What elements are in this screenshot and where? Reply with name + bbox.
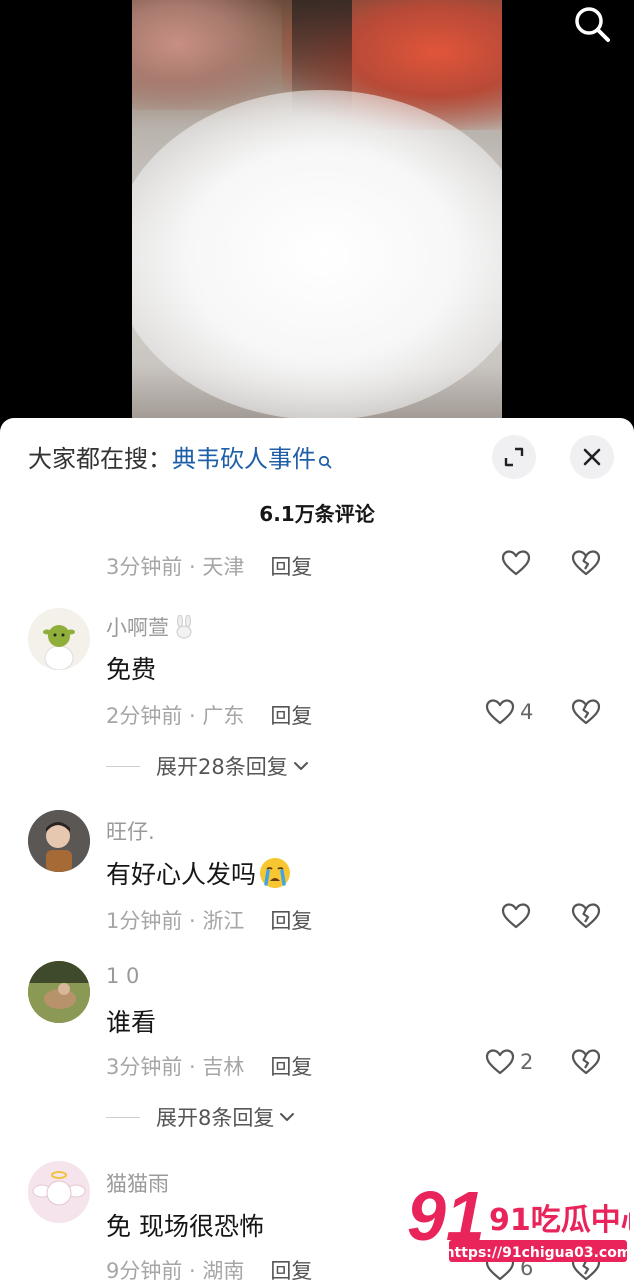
like-button[interactable]: 2 (484, 1046, 533, 1078)
search-suggestion[interactable]: 大家都在搜：典韦砍人事件 (28, 444, 332, 476)
comment-content: 有好心人发吗 (106, 855, 292, 896)
heart-icon (485, 1049, 515, 1075)
comment-count: 6.1万条评论 (259, 502, 375, 526)
search-suggestion-prefix: 大家都在搜： (28, 445, 172, 473)
rabbit-icon (173, 614, 195, 644)
comment-time-location: 1分钟前 · 浙江 (106, 909, 245, 933)
username-text[interactable]: 小啊萱 (106, 616, 169, 640)
expand-replies-label[interactable]: 展开8条回复 (156, 1102, 274, 1132)
reply-button[interactable]: 回复 (270, 909, 312, 933)
watermark-brand: 91吃瓜中心 (489, 1203, 630, 1238)
comment-username[interactable]: 1 0 (106, 964, 139, 988)
broken-heart-icon (571, 699, 601, 725)
chevron-down-icon (293, 762, 308, 770)
like-button[interactable] (500, 900, 532, 932)
comment-username[interactable]: 小啊萱 (106, 612, 195, 644)
expand-replies-button[interactable]: 展开8条回复 (106, 1102, 296, 1132)
comment-meta: 1分钟前 · 浙江 回复 (106, 905, 312, 935)
divider-line (106, 1116, 140, 1118)
divider-line (106, 765, 140, 767)
reply-button[interactable]: 回复 (270, 704, 312, 728)
avatar[interactable] (28, 1161, 90, 1223)
watermark-url: https://91chigua03.com (445, 1245, 630, 1261)
dislike-button[interactable] (570, 696, 602, 728)
heart-icon (501, 550, 531, 576)
comment-meta: 2分钟前 · 广东 回复 (106, 700, 312, 730)
like-count: 4 (520, 700, 534, 724)
small-search-icon (318, 446, 332, 476)
dislike-button[interactable] (570, 547, 602, 579)
like-button[interactable] (500, 547, 532, 579)
search-icon (575, 7, 610, 42)
comment-content: 免 现场很恐怖 (106, 1212, 264, 1241)
comment-meta: 9分钟前 · 湖南 回复 (106, 1255, 312, 1280)
heart-icon (485, 699, 515, 725)
video-player[interactable] (0, 0, 634, 430)
reply-button[interactable]: 回复 (270, 1055, 312, 1079)
fullscreen-button[interactable] (492, 435, 536, 479)
comment-content: 免费 (106, 655, 157, 684)
comment-meta: 3分钟前 · 吉林 回复 (106, 1051, 312, 1081)
comment-content: 谁看 (106, 1008, 157, 1037)
search-button[interactable] (570, 2, 614, 46)
expand-replies-button[interactable]: 展开28条回复 (106, 751, 310, 781)
avatar[interactable] (28, 608, 90, 670)
broken-heart-icon (571, 903, 601, 929)
comment-username[interactable]: 旺仔. (106, 816, 155, 846)
chevron-down-icon (280, 1113, 295, 1121)
watermark-logo: 91 91吃瓜中心 https://91chigua03.com (405, 1176, 634, 1270)
comment-time-location: 3分钟前 · 吉林 (106, 1055, 245, 1079)
broken-heart-icon (571, 550, 601, 576)
crying-emoji-icon (258, 856, 292, 896)
expand-icon (504, 447, 524, 467)
like-count: 2 (520, 1050, 534, 1074)
heart-icon (501, 903, 531, 929)
avatar[interactable] (28, 810, 90, 872)
comment-text: 有好心人发吗 (106, 860, 257, 889)
comment-time-location: 3分钟前 · 天津 (106, 555, 245, 579)
expand-replies-label[interactable]: 展开28条回复 (156, 751, 288, 781)
comment-username[interactable]: 猫猫雨 (106, 1168, 169, 1198)
video-frame[interactable] (132, 0, 502, 430)
like-button[interactable]: 4 (484, 696, 533, 728)
dislike-button[interactable] (570, 900, 602, 932)
search-suggestion-query[interactable]: 典韦砍人事件 (172, 445, 316, 473)
close-icon (583, 448, 601, 466)
reply-button[interactable]: 回复 (270, 1259, 312, 1280)
comment-sheet: 大家都在搜：典韦砍人事件 6.1万条评论 3分钟前 · 天津 回复 小啊萱 免费 … (0, 418, 634, 1280)
dislike-button[interactable] (570, 1046, 602, 1078)
comment-meta: 3分钟前 · 天津 回复 (106, 551, 312, 581)
broken-heart-icon (571, 1049, 601, 1075)
avatar[interactable] (28, 961, 90, 1023)
comment-time-location: 9分钟前 · 湖南 (106, 1259, 245, 1280)
close-button[interactable] (570, 435, 614, 479)
comment-time-location: 2分钟前 · 广东 (106, 704, 245, 728)
reply-button[interactable]: 回复 (270, 555, 312, 579)
